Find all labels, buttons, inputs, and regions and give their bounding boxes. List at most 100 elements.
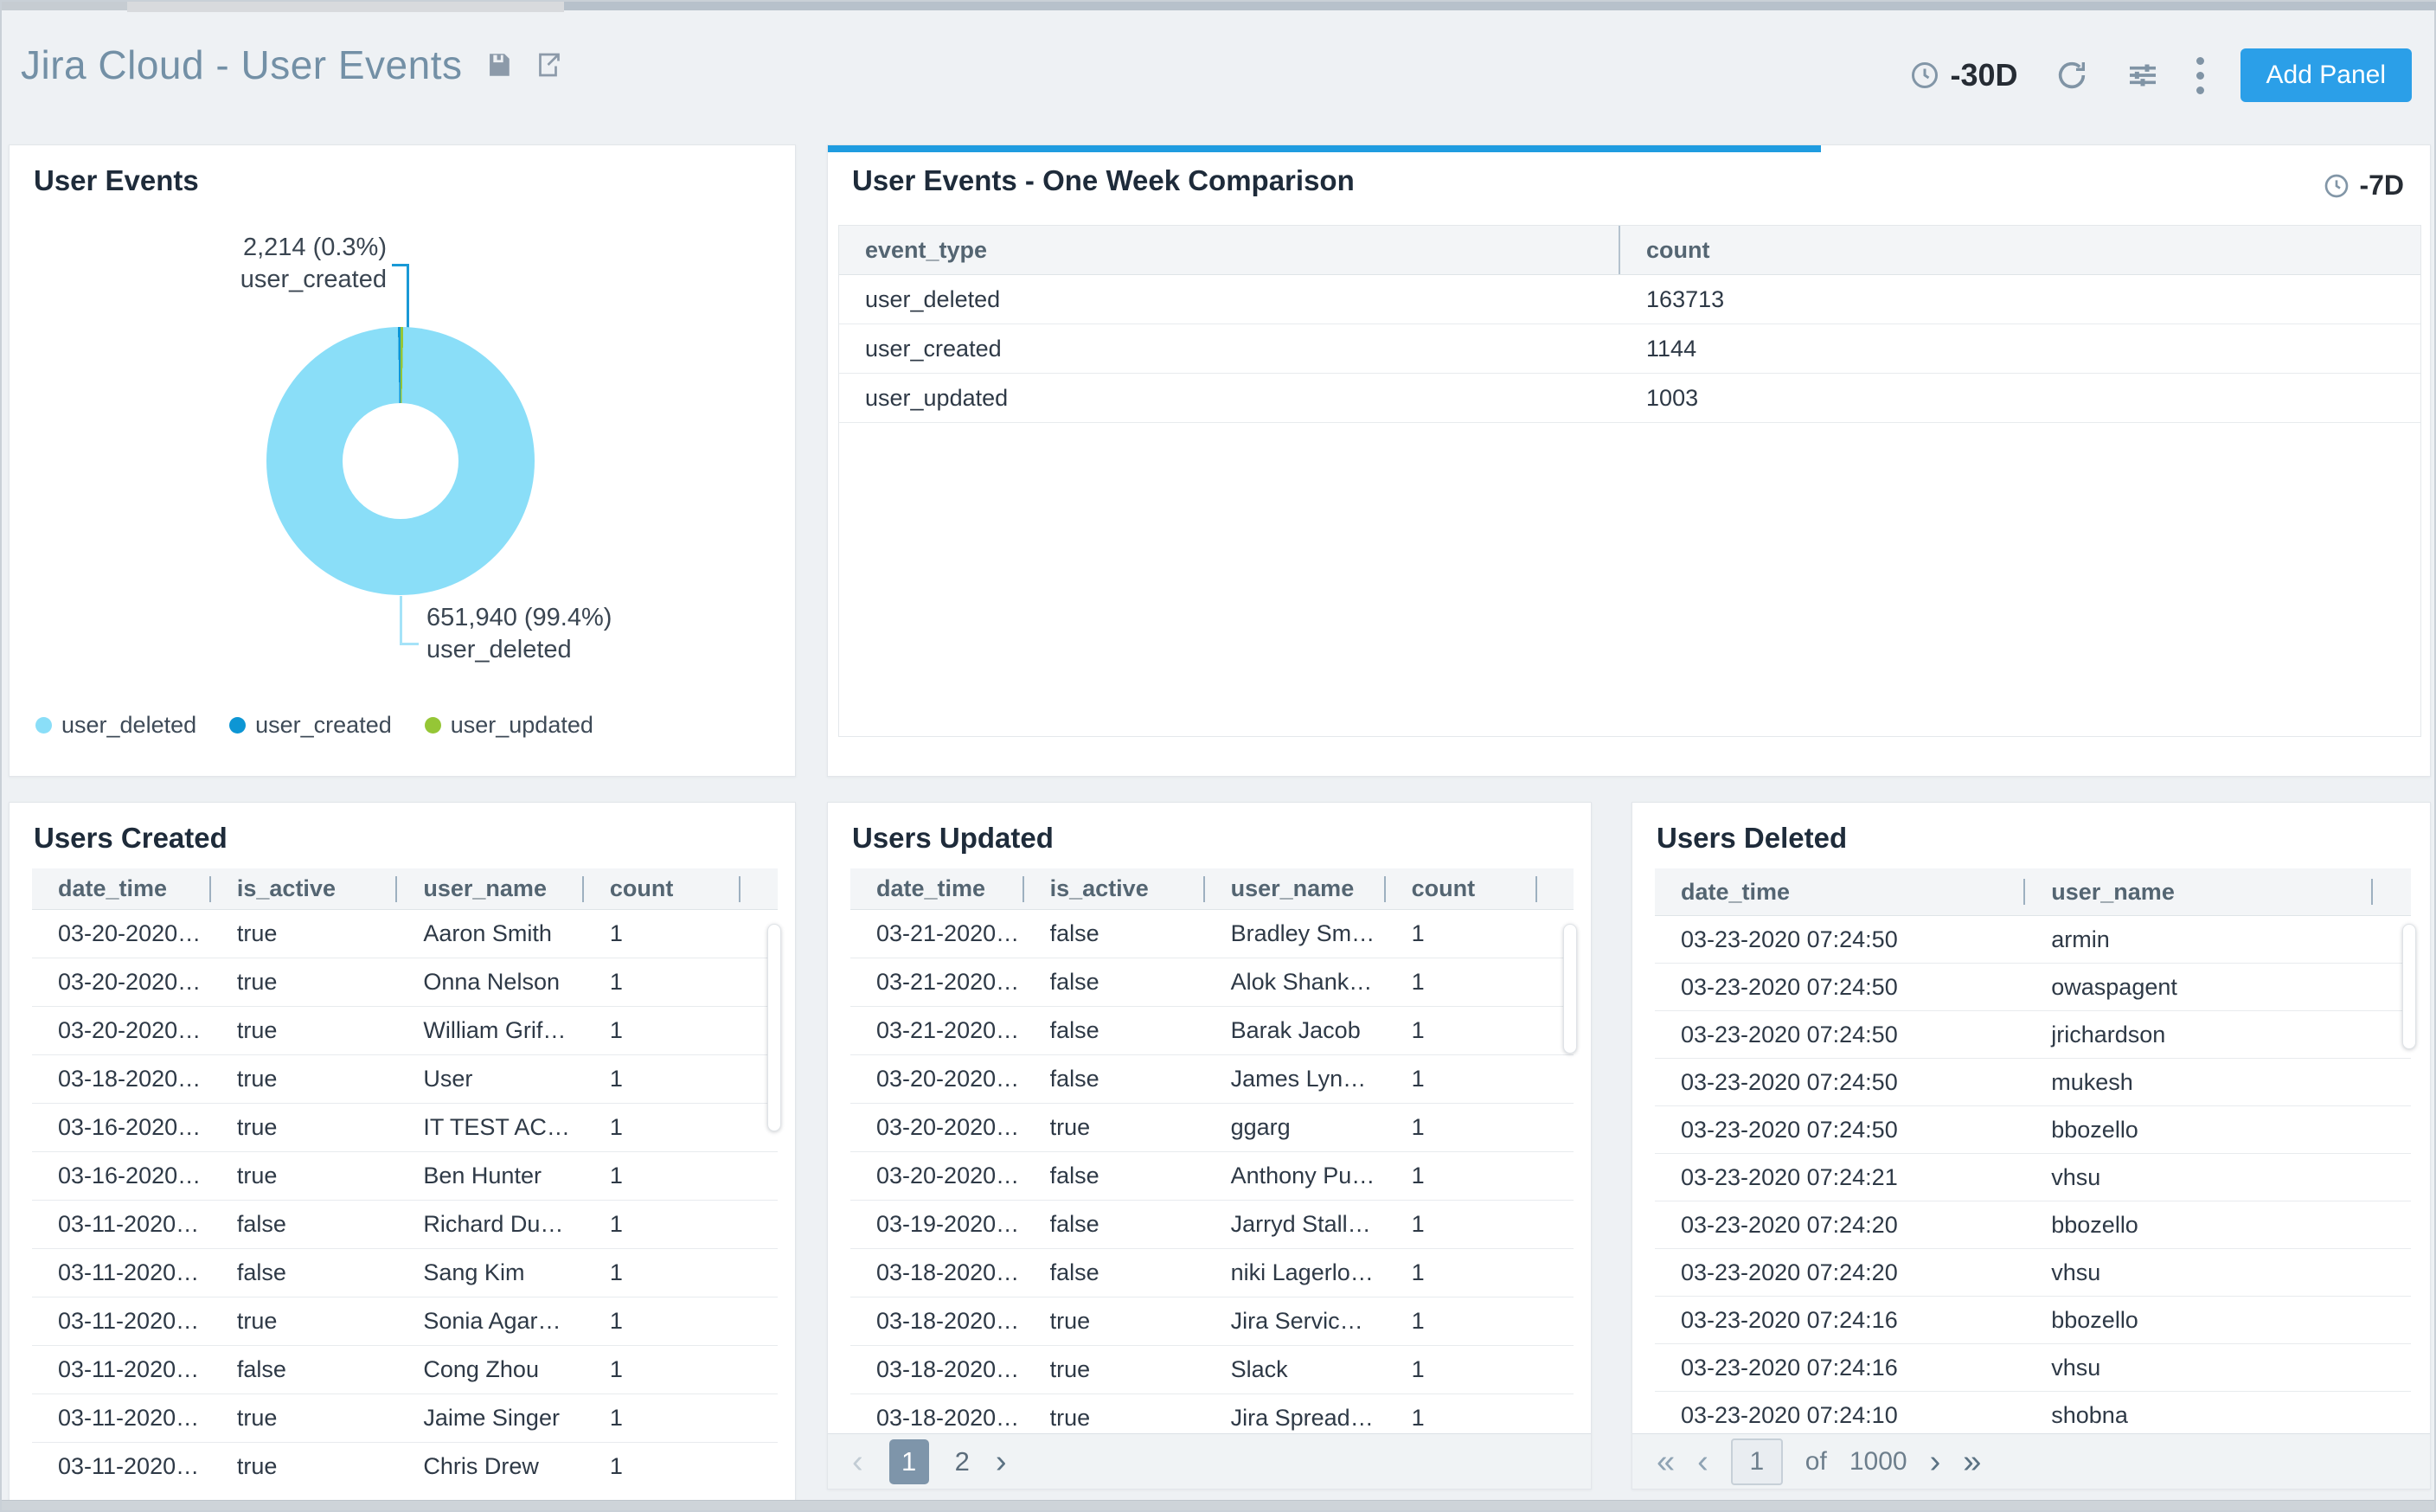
table-row[interactable]: 03-23-2020 07:24:50bbozello xyxy=(1655,1106,2411,1154)
table-row[interactable]: 03-20-2020…falseJames Lyn…1 xyxy=(850,1055,1574,1104)
table-cell: ggarg xyxy=(1205,1104,1386,1151)
users-created-table: date_time is_active user_name count 03-2… xyxy=(32,868,778,1481)
column-header[interactable]: count xyxy=(1620,226,2420,274)
table-row[interactable]: 03-18-2020…falseniki Lagerlo…1 xyxy=(850,1249,1574,1297)
table-row[interactable]: 03-23-2020 07:24:16bbozello xyxy=(1655,1297,2411,1344)
table-row[interactable]: 03-23-2020 07:24:16vhsu xyxy=(1655,1344,2411,1392)
legend-swatch xyxy=(229,717,246,734)
table-cell: user_deleted xyxy=(839,275,1620,324)
donut-chart[interactable] xyxy=(266,327,535,595)
table-row[interactable]: 03-21-2020…falseBarak Jacob1 xyxy=(850,1007,1574,1055)
prev-page-button[interactable]: ‹ xyxy=(1697,1445,1708,1478)
table-row[interactable]: 03-23-2020 07:24:20bbozello xyxy=(1655,1201,2411,1249)
table-cell: true xyxy=(211,1297,398,1345)
time-range-control[interactable]: -30D xyxy=(1909,57,2018,93)
panel-title: User Events xyxy=(34,164,199,197)
table-row[interactable]: user_deleted163713 xyxy=(839,275,2420,324)
table-row[interactable]: 03-20-2020…trueggarg1 xyxy=(850,1104,1574,1152)
table-cell: vhsu xyxy=(2025,1344,2373,1391)
table-scrollbar-thumb[interactable] xyxy=(2402,924,2416,1049)
table-cell: 03-11-2020… xyxy=(32,1249,211,1297)
table-row[interactable]: 03-16-2020…trueIT TEST AC…1 xyxy=(32,1104,778,1152)
current-page-box[interactable]: 1 xyxy=(1731,1438,1783,1485)
table-cell: 1 xyxy=(584,910,740,958)
last-page-button[interactable]: » xyxy=(1963,1445,1981,1478)
table-row[interactable]: 03-21-2020…falseAlok Shank…1 xyxy=(850,958,1574,1007)
table-row[interactable]: 03-11-2020…falseRichard Du…1 xyxy=(32,1201,778,1249)
table-cell: Alok Shank… xyxy=(1205,958,1386,1006)
table-row[interactable]: 03-11-2020…trueChris Drew1 xyxy=(32,1443,778,1481)
table-row[interactable]: 03-19-2020…falseJarryd Stall…1 xyxy=(850,1201,1574,1249)
table-row[interactable]: 03-23-2020 07:24:20vhsu xyxy=(1655,1249,2411,1297)
column-header[interactable]: user_name xyxy=(397,868,584,909)
chart-legend: user_deleted user_created user_updated xyxy=(35,712,593,739)
callout-leader-line xyxy=(407,264,409,330)
column-header[interactable]: count xyxy=(1386,868,1538,909)
table-row[interactable]: 03-20-2020…trueOnna Nelson1 xyxy=(32,958,778,1007)
table-cell: Cong Zhou xyxy=(397,1346,584,1393)
column-header[interactable]: date_time xyxy=(32,868,211,909)
table-row[interactable]: 03-23-2020 07:24:50armin xyxy=(1655,916,2411,964)
table-row[interactable]: 03-23-2020 07:24:50jrichardson xyxy=(1655,1011,2411,1059)
column-header[interactable]: date_time xyxy=(1655,868,2025,915)
table-row[interactable]: 03-23-2020 07:24:50mukesh xyxy=(1655,1059,2411,1106)
table-scrollbar-thumb[interactable] xyxy=(1563,924,1577,1054)
donut-hole xyxy=(343,403,458,519)
table-row[interactable]: 03-18-2020…trueJira Spread…1 xyxy=(850,1394,1574,1435)
table-row[interactable]: 03-20-2020…trueAaron Smith1 xyxy=(32,910,778,958)
column-header[interactable]: is_active xyxy=(211,868,398,909)
page-of-label: of xyxy=(1805,1447,1827,1477)
first-page-button[interactable]: « xyxy=(1657,1445,1675,1478)
column-header[interactable]: user_name xyxy=(1205,868,1386,909)
page-horizontal-scrollbar[interactable] xyxy=(2,1500,2434,1510)
table-cell: true xyxy=(1024,1104,1205,1151)
prev-page-button[interactable]: ‹ xyxy=(852,1445,863,1478)
table-row[interactable]: 03-18-2020…trueSlack1 xyxy=(850,1346,1574,1394)
table-scrollbar-thumb[interactable] xyxy=(767,924,781,1131)
table-cell: Ben Hunter xyxy=(397,1152,584,1200)
table-row[interactable]: 03-20-2020…trueWilliam Grif…1 xyxy=(32,1007,778,1055)
dashboard-header: Jira Cloud - User Events -30D Add Panel xyxy=(2,10,2434,140)
table-cell: 1 xyxy=(584,1249,740,1297)
column-header[interactable]: user_name xyxy=(2025,868,2373,915)
table-cell: 03-18-2020… xyxy=(850,1394,1024,1435)
page-button-1[interactable]: 1 xyxy=(889,1439,929,1484)
users-updated-table: date_time is_active user_name count 03-2… xyxy=(850,868,1574,1435)
column-header[interactable]: event_type xyxy=(839,226,1620,274)
next-page-button[interactable]: › xyxy=(996,1445,1007,1478)
legend-item-user-updated[interactable]: user_updated xyxy=(425,712,593,739)
column-header[interactable]: is_active xyxy=(1024,868,1205,909)
refresh-icon[interactable] xyxy=(2055,58,2089,93)
panel-time-range[interactable]: -7D xyxy=(2323,170,2404,202)
table-row[interactable]: 03-18-2020…trueJira Servic…1 xyxy=(850,1297,1574,1346)
table-cell: true xyxy=(211,1443,398,1481)
next-page-button[interactable]: › xyxy=(1930,1445,1941,1478)
table-row[interactable]: 03-11-2020…falseCong Zhou1 xyxy=(32,1346,778,1394)
table-row[interactable]: 03-11-2020…trueSonia Agar…1 xyxy=(32,1297,778,1346)
column-header[interactable]: date_time xyxy=(850,868,1024,909)
table-row[interactable]: user_created1144 xyxy=(839,324,2420,374)
filters-icon[interactable] xyxy=(2125,58,2160,93)
legend-item-user-created[interactable]: user_created xyxy=(229,712,392,739)
legend-item-user-deleted[interactable]: user_deleted xyxy=(35,712,196,739)
table-row[interactable]: 03-20-2020…falseAnthony Pu…1 xyxy=(850,1152,1574,1201)
column-header[interactable]: count xyxy=(584,868,740,909)
table-row[interactable]: 03-23-2020 07:24:50owaspagent xyxy=(1655,964,2411,1011)
table-row[interactable]: 03-23-2020 07:24:10shobna xyxy=(1655,1392,2411,1439)
add-panel-button[interactable]: Add Panel xyxy=(2240,48,2412,102)
table-cell: 03-11-2020… xyxy=(32,1297,211,1345)
save-icon[interactable] xyxy=(484,50,513,80)
table-row[interactable]: 03-23-2020 07:24:21vhsu xyxy=(1655,1154,2411,1201)
table-row[interactable]: user_updated1003 xyxy=(839,374,2420,423)
share-icon[interactable] xyxy=(534,49,565,80)
table-row[interactable]: 03-21-2020…falseBradley Sm…1 xyxy=(850,910,1574,958)
table-row[interactable]: 03-18-2020…trueUser1 xyxy=(32,1055,778,1104)
page-button-2[interactable]: 2 xyxy=(955,1446,970,1477)
table-cell: false xyxy=(211,1346,398,1393)
panel-one-week-comparison: User Events - One Week Comparison -7D ev… xyxy=(827,144,2431,777)
table-row[interactable]: 03-11-2020…trueJaime Singer1 xyxy=(32,1394,778,1443)
kebab-menu-icon[interactable] xyxy=(2196,57,2204,94)
table-cell: Jaime Singer xyxy=(397,1394,584,1442)
table-row[interactable]: 03-16-2020…trueBen Hunter1 xyxy=(32,1152,778,1201)
table-row[interactable]: 03-11-2020…falseSang Kim1 xyxy=(32,1249,778,1297)
